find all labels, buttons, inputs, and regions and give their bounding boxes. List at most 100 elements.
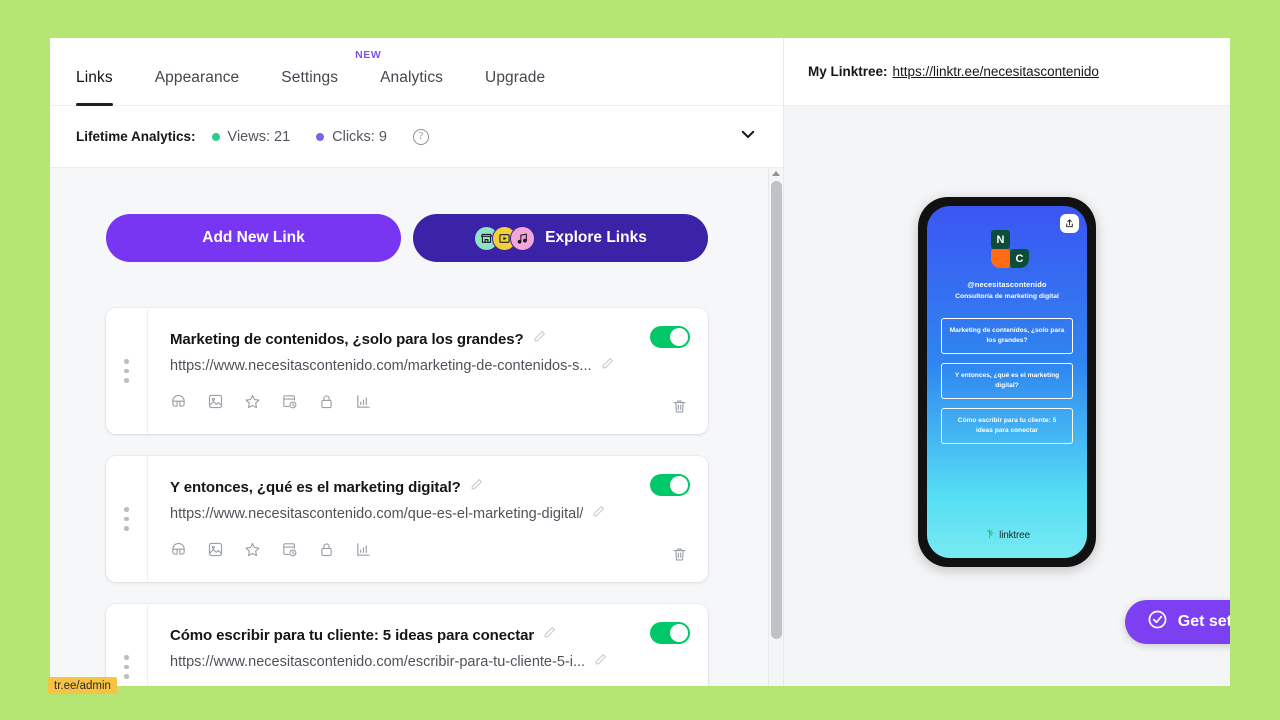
schedule-clock-icon[interactable] — [281, 541, 298, 563]
music-note-icon — [510, 225, 536, 251]
my-linktree-label: My Linktree: — [808, 64, 888, 79]
tab-appearance-label: Appearance — [154, 69, 240, 86]
scroll-up-arrow-icon[interactable] — [772, 171, 780, 176]
drag-dots-icon — [124, 359, 129, 383]
profile-bio: Consultoría de marketing digital — [955, 293, 1059, 300]
tab-analytics-label: Analytics — [380, 69, 444, 86]
image-icon[interactable] — [207, 393, 224, 415]
question-mark-circle-icon[interactable]: ? — [412, 128, 429, 145]
layers-icon[interactable] — [170, 541, 187, 563]
edit-url-pencil-icon[interactable] — [601, 357, 614, 375]
link-title: Y entonces, ¿qué es el marketing digital… — [170, 478, 461, 496]
link-tools-row — [170, 541, 688, 563]
my-linktree-url-link[interactable]: https://linktr.ee/necesitascontenido — [893, 64, 1099, 79]
link-title-row: Marketing de contenidos, ¿solo para los … — [170, 330, 688, 348]
edit-title-pencil-icon[interactable] — [543, 626, 556, 644]
lock-icon[interactable] — [318, 393, 335, 415]
tab-upgrade-label: Upgrade — [485, 69, 546, 86]
layers-icon[interactable] — [170, 393, 187, 415]
link-title-row: Cómo escribir para tu cliente: 5 ideas p… — [170, 626, 688, 644]
link-enabled-toggle[interactable] — [650, 474, 690, 496]
edit-url-pencil-icon[interactable] — [592, 505, 605, 523]
linktree-logo-icon — [984, 526, 995, 544]
link-url-row: https://www.necesitascontenido.com/que-e… — [170, 505, 688, 523]
edit-title-pencil-icon[interactable] — [470, 478, 483, 496]
views-dot-icon — [211, 132, 220, 141]
status-badge: tr.ee/admin — [48, 677, 117, 694]
drag-handle[interactable] — [106, 604, 148, 686]
clicks-dot-icon — [316, 132, 325, 141]
get-set-up-label: Get set up — [1177, 613, 1230, 630]
tab-upgrade[interactable]: Upgrade — [485, 69, 545, 105]
link-url: https://www.necesitascontenido.com/que-e… — [170, 506, 584, 522]
screen-root: Links Appearance Settings NEW Analytics … — [0, 0, 1280, 720]
views-stat: Views: 21 — [211, 128, 291, 145]
link-title: Marketing de contenidos, ¿solo para los … — [170, 330, 524, 348]
lifetime-analytics-label: Lifetime Analytics: — [76, 129, 196, 144]
image-icon[interactable] — [207, 541, 224, 563]
link-url-row: https://www.necesitascontenido.com/marke… — [170, 357, 688, 375]
trash-icon[interactable] — [671, 546, 688, 568]
links-scroll-area: Add New Link Explore Links Marketing de … — [50, 168, 783, 686]
avatar: N C — [983, 230, 1031, 272]
tab-appearance[interactable]: Appearance — [155, 69, 240, 105]
drag-handle[interactable] — [106, 308, 148, 434]
list-item[interactable]: Y entonces, ¿qué es el marketing digital… — [941, 362, 1073, 399]
lock-icon[interactable] — [318, 541, 335, 563]
bar-chart-icon[interactable] — [355, 393, 372, 415]
star-icon[interactable] — [244, 393, 261, 415]
table-row[interactable]: Cómo escribir para tu cliente: 5 ideas p… — [106, 604, 708, 686]
clicks-stat-label: Clicks: 9 — [332, 128, 387, 145]
main-nav: Links Appearance Settings NEW Analytics … — [50, 38, 783, 106]
trash-icon[interactable] — [671, 398, 688, 420]
clicks-stat: Clicks: 9 — [316, 129, 387, 145]
get-set-up-button[interactable]: Get set up — [1124, 600, 1230, 644]
drag-dots-icon — [124, 507, 129, 531]
add-new-link-button[interactable]: Add New Link — [106, 214, 401, 262]
list-item[interactable]: Marketing de contenidos, ¿solo para los … — [941, 317, 1073, 354]
link-enabled-toggle[interactable] — [650, 326, 690, 348]
chevron-down-icon[interactable] — [739, 125, 757, 148]
tab-analytics[interactable]: NEW Analytics — [355, 49, 444, 105]
scrollbar-thumb[interactable] — [771, 181, 782, 639]
table-row[interactable]: Marketing de contenidos, ¿solo para los … — [106, 308, 708, 434]
drag-dots-icon — [124, 655, 129, 679]
linktree-brand-label: linktree — [999, 529, 1030, 541]
tab-settings-label: Settings — [281, 69, 339, 86]
views-stat-label: Views: 21 — [227, 128, 291, 145]
phone-mockup: N C @necesitascontenido Consultoría de m… — [918, 197, 1096, 567]
preview-footer: linktree — [927, 526, 1087, 544]
link-url: https://www.necesitascontenido.com/marke… — [170, 358, 592, 374]
star-icon[interactable] — [244, 541, 261, 563]
drag-handle[interactable] — [106, 456, 148, 582]
preview-header: My Linktree: https://linktr.ee/necesitas… — [784, 38, 1230, 106]
edit-url-pencil-icon[interactable] — [594, 653, 607, 671]
preview-body: N C @necesitascontenido Consultoría de m… — [784, 106, 1230, 686]
logo-letter-c: C — [1010, 249, 1029, 268]
links-list-container: Add New Link Explore Links Marketing de … — [50, 168, 764, 686]
explore-links-label: Explore Links — [545, 229, 647, 246]
schedule-clock-icon[interactable] — [281, 393, 298, 415]
logo-square-orange — [991, 249, 1010, 268]
explore-links-button[interactable]: Explore Links — [413, 214, 708, 262]
tab-settings[interactable]: Settings — [281, 69, 338, 105]
check-circle-icon — [1147, 609, 1168, 635]
preview-pane: My Linktree: https://linktr.ee/necesitas… — [784, 38, 1230, 686]
link-title: Cómo escribir para tu cliente: 5 ideas p… — [170, 626, 535, 644]
edit-title-pencil-icon[interactable] — [533, 330, 546, 348]
app-window: Links Appearance Settings NEW Analytics … — [50, 38, 1230, 686]
lifetime-analytics-bar: Lifetime Analytics: Views: 21 Clicks: 9 … — [50, 106, 783, 168]
vertical-scrollbar[interactable] — [768, 168, 783, 686]
tab-links[interactable]: Links — [76, 69, 113, 106]
link-card-body: Marketing de contenidos, ¿solo para los … — [148, 308, 708, 434]
share-icon[interactable] — [1060, 214, 1079, 233]
list-item[interactable]: Cómo escribir para tu cliente: 5 ideas p… — [941, 407, 1073, 444]
link-enabled-toggle[interactable] — [650, 622, 690, 644]
table-row[interactable]: Y entonces, ¿qué es el marketing digital… — [106, 456, 708, 582]
link-title-row: Y entonces, ¿qué es el marketing digital… — [170, 478, 688, 496]
link-card-body: Cómo escribir para tu cliente: 5 ideas p… — [148, 604, 708, 686]
logo-letter-n: N — [991, 230, 1010, 249]
link-url: https://www.necesitascontenido.com/escri… — [170, 654, 586, 670]
link-tools-row — [170, 393, 688, 415]
bar-chart-icon[interactable] — [355, 541, 372, 563]
